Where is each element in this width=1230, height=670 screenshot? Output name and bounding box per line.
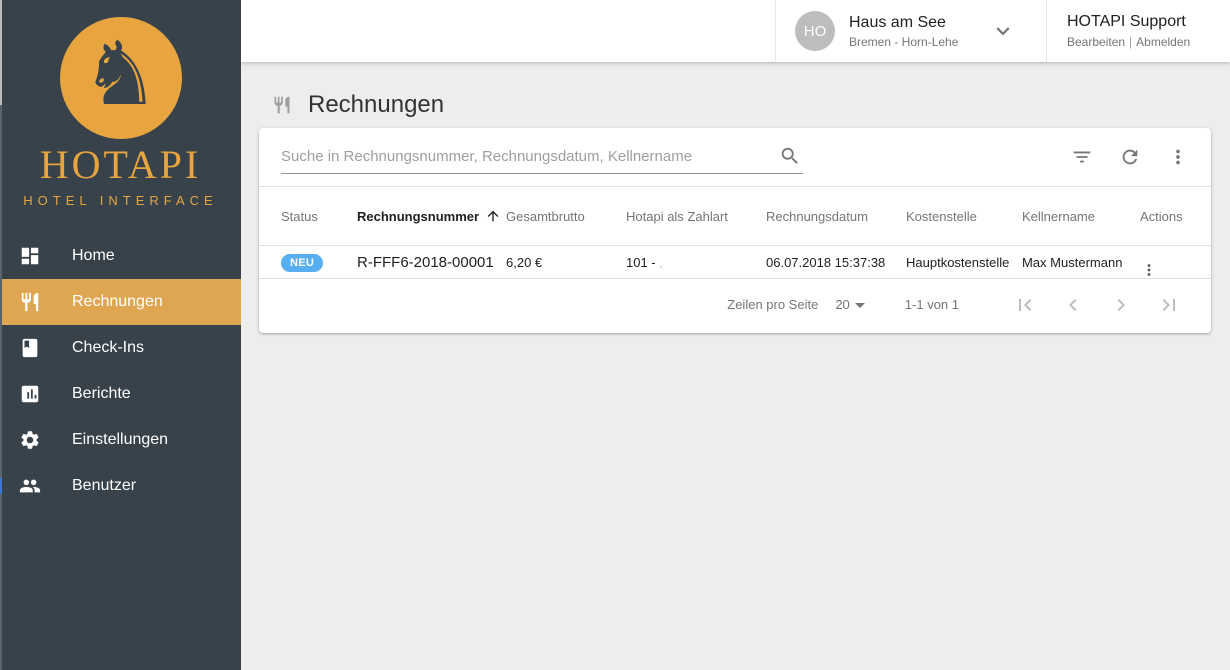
logout-link[interactable]: Abmelden bbox=[1136, 35, 1190, 49]
refresh-icon[interactable] bbox=[1119, 146, 1141, 168]
table-row[interactable]: NEU R-FFF6-2018-00001 6,20 € 101 - , 06.… bbox=[259, 246, 1211, 279]
account-name: HOTAPI Support bbox=[1067, 13, 1230, 31]
restaurant-icon bbox=[272, 95, 292, 115]
logo-subtitle: HOTEL INTERFACE bbox=[0, 193, 241, 208]
account-links: Bearbeiten | Abmelden bbox=[1067, 35, 1230, 49]
main-content: Rechnungen Status Rechnungsnummer Gesamt… bbox=[241, 62, 1230, 670]
pagination-bar: Zeilen pro Seite 20 1-1 von 1 bbox=[259, 279, 1211, 330]
chart-icon bbox=[19, 383, 41, 405]
sidebar-item-benutzer[interactable]: Benutzer bbox=[0, 463, 241, 509]
more-vert-icon[interactable] bbox=[1167, 146, 1189, 168]
book-icon bbox=[19, 337, 41, 359]
zahlart-value: 101 - bbox=[626, 255, 656, 270]
pagination-buttons bbox=[989, 293, 1181, 317]
sidebar-item-home[interactable]: Home bbox=[0, 233, 241, 279]
status-cell: NEU bbox=[281, 254, 357, 272]
screen-edge-artifact bbox=[0, 0, 2, 670]
table-header: Status Rechnungsnummer Gesamtbrutto Hota… bbox=[259, 187, 1211, 246]
chevron-right-icon[interactable] bbox=[1109, 293, 1133, 317]
first-page-icon[interactable] bbox=[1013, 293, 1037, 317]
column-header-kellnername[interactable]: Kellnername bbox=[1022, 209, 1140, 224]
app-logo: ♞ HOTAPI HOTEL INTERFACE bbox=[0, 0, 241, 208]
search-row bbox=[259, 128, 1211, 187]
row-more-vert-icon[interactable] bbox=[1140, 261, 1211, 279]
search-input[interactable] bbox=[281, 140, 803, 173]
column-header-label: Rechnungsnummer bbox=[357, 209, 479, 224]
arrow-up-icon bbox=[485, 208, 501, 224]
people-icon bbox=[19, 475, 41, 497]
sidebar: ♞ HOTAPI HOTEL INTERFACE Home Rechnungen… bbox=[0, 0, 241, 670]
hotel-avatar: HO bbox=[795, 11, 835, 51]
sidebar-item-berichte[interactable]: Berichte bbox=[0, 371, 241, 417]
logo-title: HOTAPI bbox=[0, 141, 241, 188]
restaurant-icon bbox=[19, 291, 41, 313]
column-header-actions: Actions bbox=[1140, 209, 1211, 224]
topbar: HO Haus am See Bremen - Horn-Lehe HOTAPI… bbox=[241, 0, 1230, 62]
rechnungsdatum-cell: 06.07.2018 15:37:38 bbox=[766, 255, 906, 270]
edit-link[interactable]: Bearbeiten bbox=[1067, 35, 1125, 49]
settings-icon bbox=[19, 429, 41, 451]
sidebar-item-label: Berichte bbox=[72, 385, 131, 403]
table-toolbar bbox=[1045, 146, 1189, 168]
hotel-name: Haus am See bbox=[849, 14, 958, 32]
account-section: HOTAPI Support Bearbeiten | Abmelden bbox=[1046, 0, 1230, 62]
page-title: Rechnungen bbox=[308, 91, 444, 119]
chevron-left-icon[interactable] bbox=[1061, 293, 1085, 317]
sidebar-item-label: Check-Ins bbox=[72, 339, 144, 357]
search-icon bbox=[779, 145, 801, 167]
column-header-zahlart[interactable]: Hotapi als Zahlart bbox=[626, 209, 766, 224]
rechnungsnummer-cell: R-FFF6-2018-00001 bbox=[357, 254, 506, 271]
zahlart-suffix: , bbox=[659, 258, 662, 270]
page-title-row: Rechnungen bbox=[272, 91, 1230, 119]
column-header-gesamtbrutto[interactable]: Gesamtbrutto bbox=[506, 209, 626, 224]
sidebar-item-checkins[interactable]: Check-Ins bbox=[0, 325, 241, 371]
column-header-kostenstelle[interactable]: Kostenstelle bbox=[906, 209, 1022, 224]
kostenstelle-cell: Hauptkostenstelle bbox=[906, 255, 1022, 270]
column-header-rechnungsnummer[interactable]: Rechnungsnummer bbox=[357, 208, 506, 224]
dashboard-icon bbox=[19, 245, 41, 267]
kellnername-cell: Max Mustermann bbox=[1022, 255, 1140, 270]
search-field bbox=[281, 140, 803, 174]
rows-per-page-label: Zeilen pro Seite bbox=[727, 297, 818, 312]
screen-edge-light-segment bbox=[0, 0, 2, 105]
status-badge: NEU bbox=[281, 254, 323, 272]
actions-cell bbox=[1140, 246, 1211, 279]
zahlart-cell: 101 - , bbox=[626, 255, 766, 270]
hotel-selector[interactable]: HO Haus am See Bremen - Horn-Lehe bbox=[775, 0, 1046, 62]
last-page-icon[interactable] bbox=[1157, 293, 1181, 317]
rows-per-page-value: 20 bbox=[835, 297, 849, 312]
sidebar-item-rechnungen[interactable]: Rechnungen bbox=[0, 279, 241, 325]
screen-edge-blue-segment bbox=[0, 478, 2, 494]
dropdown-caret-icon bbox=[855, 303, 865, 308]
sidebar-item-label: Benutzer bbox=[72, 477, 136, 495]
sidebar-item-einstellungen[interactable]: Einstellungen bbox=[0, 417, 241, 463]
sidebar-item-label: Rechnungen bbox=[72, 293, 163, 311]
horse-glyph: ♞ bbox=[81, 30, 160, 118]
hotel-text: Haus am See Bremen - Horn-Lehe bbox=[849, 14, 958, 49]
column-header-status[interactable]: Status bbox=[281, 209, 357, 224]
gesamtbrutto-cell: 6,20 € bbox=[506, 255, 626, 270]
sidebar-item-label: Einstellungen bbox=[72, 431, 168, 449]
pagination-range: 1-1 von 1 bbox=[905, 297, 959, 312]
sidebar-nav: Home Rechnungen Check-Ins Berichte Einst… bbox=[0, 233, 241, 509]
invoices-card: Status Rechnungsnummer Gesamtbrutto Hota… bbox=[259, 128, 1211, 333]
link-separator: | bbox=[1129, 35, 1132, 49]
topbar-spacer bbox=[241, 0, 775, 62]
sidebar-item-label: Home bbox=[72, 247, 115, 265]
horse-logo-icon: ♞ bbox=[60, 17, 182, 139]
rows-per-page-select[interactable]: 20 bbox=[835, 297, 864, 312]
filter-icon[interactable] bbox=[1071, 146, 1093, 168]
chevron-down-icon[interactable] bbox=[990, 18, 1016, 44]
hotel-location: Bremen - Horn-Lehe bbox=[849, 35, 958, 49]
column-header-rechnungsdatum[interactable]: Rechnungsdatum bbox=[766, 209, 906, 224]
